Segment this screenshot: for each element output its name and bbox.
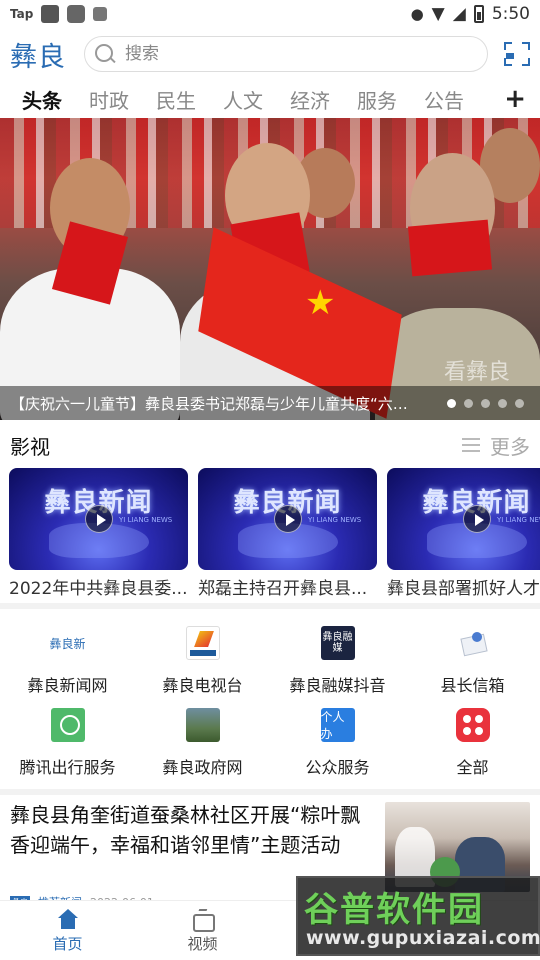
video-title: 郑磊主持召开彝良县...: [198, 579, 368, 599]
banner-overlay-text: 看彝良: [443, 360, 510, 385]
carousel-dot[interactable]: [515, 399, 524, 408]
search-bar[interactable]: [84, 36, 488, 72]
carousel-indicator: [447, 399, 524, 408]
video-section-header: 影视 更多: [0, 424, 540, 466]
public-service-icon: 个人办: [320, 708, 355, 742]
status-right: ● ▼ ◢ 5:50: [411, 4, 530, 24]
nav-home[interactable]: 首页: [0, 901, 135, 960]
notification-icon: [41, 5, 60, 23]
app-tencent-travel[interactable]: 腾讯出行服务: [0, 698, 135, 780]
app-label: 全部: [456, 758, 489, 777]
tab-culture[interactable]: 人文: [223, 85, 263, 114]
video-card[interactable]: 彝良新闻 YI LIANG NEWS 郑磊主持召开彝良县...: [198, 468, 377, 600]
douyin-icon: 彝良融媒: [320, 626, 355, 660]
tab-politics[interactable]: 时政: [89, 85, 129, 114]
app-government-site[interactable]: 彝良政府网: [135, 698, 270, 780]
header: 彝良: [0, 30, 540, 78]
flag-star-icon: ★: [305, 283, 336, 323]
banner-caption-text: 【庆祝六一儿童节】彝良县委书记郑磊与少年儿童共度“六…: [10, 394, 408, 413]
video-title: 2022年中共彝良县委...: [9, 579, 188, 599]
app-yiliang-douyin[interactable]: 彝良融媒 彝良融媒抖音: [270, 616, 405, 698]
app-mayor-mailbox[interactable]: 县长信箱: [405, 616, 540, 698]
app-label: 公众服务: [305, 758, 370, 777]
app-yiliang-news[interactable]: 彝良新 彝良新闻网: [0, 616, 135, 698]
app-label: 彝良融媒抖音: [289, 676, 386, 695]
tab-service[interactable]: 服务: [357, 85, 397, 114]
status-app-label: Tap: [10, 7, 34, 21]
video-thumbnail: 彝良新闻 YI LIANG NEWS: [9, 468, 188, 570]
thumbnail-subtitle: YI LIANG NEWS: [497, 516, 540, 524]
site-watermark: 谷普软件园 www.gupuxiazai.com: [296, 876, 540, 956]
tv-icon: [192, 909, 215, 932]
video-card[interactable]: 彝良新闻 YI LIANG NEWS 彝良县部署抓好人才...: [387, 468, 540, 600]
more-label: 更多: [490, 434, 530, 459]
video-thumbnail: 彝良新闻 YI LIANG NEWS: [387, 468, 540, 570]
news-title: 彝良县角奎街道蚕桑林社区开展“粽叶飘香迎端午，幸福和谐邻里情”主题活动: [10, 803, 361, 857]
wifi-icon: ▼: [431, 4, 445, 24]
search-icon: [95, 44, 115, 64]
tv-station-icon: [185, 626, 220, 660]
watermark-url: www.gupuxiazai.com: [306, 927, 540, 949]
notification-icon-3: [93, 7, 108, 21]
government-site-icon: [185, 708, 220, 742]
tab-livelihood[interactable]: 民生: [156, 85, 196, 114]
nav-label: 视频: [187, 935, 218, 953]
carousel-dot[interactable]: [447, 399, 456, 408]
app-label: 县长信箱: [440, 676, 505, 695]
scan-icon[interactable]: [504, 42, 530, 66]
channel-tabs: 头条 时政 民生 人文 经济 服务 公告 +: [0, 80, 540, 118]
play-icon: [85, 505, 113, 533]
signal-icon: ◢: [452, 4, 466, 24]
service-grid: 彝良新 彝良新闻网 彝良电视台 彝良融媒 彝良融媒抖音 县长信箱 腾讯出行服务 …: [0, 616, 540, 786]
thumbnail-subtitle: YI LIANG NEWS: [308, 516, 362, 524]
video-card[interactable]: 彝良新闻 YI LIANG NEWS 2022年中共彝良县委...: [9, 468, 188, 600]
tab-economy[interactable]: 经济: [290, 85, 330, 114]
battery-icon: [473, 5, 484, 23]
app-label: 腾讯出行服务: [19, 758, 116, 777]
location-icon: ●: [410, 5, 424, 23]
section-divider: [0, 603, 540, 609]
watermark-title: 谷普软件园: [304, 890, 484, 930]
section-divider: [0, 789, 540, 795]
app-label: 彝良政府网: [162, 758, 243, 777]
banner-carousel[interactable]: ★ 看彝良 【庆祝六一儿童节】彝良县委书记郑磊与少年儿童共度“六…: [0, 118, 540, 420]
notification-icon-2: [67, 5, 86, 23]
banner-scarf: [407, 219, 493, 277]
add-channel-button[interactable]: +: [504, 84, 526, 114]
app-public-service[interactable]: 个人办 公众服务: [270, 698, 405, 780]
app-screen: Tap ● ▼ ◢ 5:50 彝良 头条 时政 民生 人文 经济 服务 公告: [0, 0, 540, 960]
app-label: 彝良新闻网: [27, 676, 108, 695]
app-logo: 彝良: [10, 41, 66, 73]
status-time: 5:50: [491, 4, 530, 24]
carousel-dot[interactable]: [498, 399, 507, 408]
video-list: 彝良新闻 YI LIANG NEWS 2022年中共彝良县委... 彝良新闻 Y…: [9, 468, 540, 600]
nav-label: 首页: [52, 935, 83, 953]
play-icon: [463, 505, 491, 533]
all-apps-icon: [455, 708, 490, 742]
app-all[interactable]: 全部: [405, 698, 540, 780]
mailbox-icon: [455, 626, 490, 660]
video-thumbnail: 彝良新闻 YI LIANG NEWS: [198, 468, 377, 570]
status-bar: Tap ● ▼ ◢ 5:50: [0, 0, 540, 28]
travel-service-icon: [50, 708, 85, 742]
yiliang-news-icon: 彝良新: [47, 626, 88, 660]
list-icon: [462, 438, 480, 452]
app-label: 彝良电视台: [162, 676, 243, 695]
nav-video[interactable]: 视频: [135, 901, 270, 960]
carousel-dot[interactable]: [464, 399, 473, 408]
video-title: 彝良县部署抓好人才...: [387, 579, 540, 599]
tab-notice[interactable]: 公告: [424, 85, 464, 114]
more-button[interactable]: 更多: [462, 431, 530, 460]
video-section-title: 影视: [10, 434, 50, 459]
status-left: Tap: [10, 5, 108, 23]
tab-headline[interactable]: 头条: [22, 85, 62, 114]
home-icon: [57, 909, 79, 929]
app-yiliang-tv[interactable]: 彝良电视台: [135, 616, 270, 698]
play-icon: [274, 505, 302, 533]
search-input[interactable]: [125, 44, 425, 64]
carousel-dot[interactable]: [481, 399, 490, 408]
thumbnail-subtitle: YI LIANG NEWS: [119, 516, 173, 524]
